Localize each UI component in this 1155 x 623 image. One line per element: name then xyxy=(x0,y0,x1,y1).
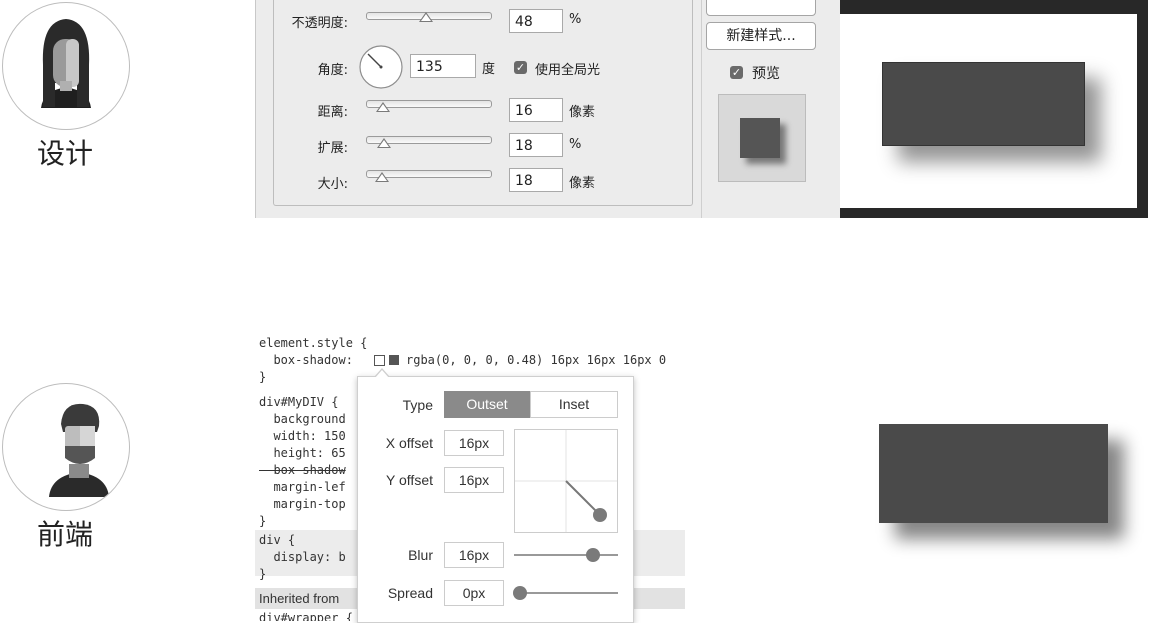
angle-label: 角度: xyxy=(317,63,348,78)
male-developer-icon xyxy=(49,403,109,497)
distance-input[interactable]: 16 xyxy=(509,98,563,122)
inherited-from-label: Inherited from xyxy=(259,591,340,606)
distance-slider-thumb[interactable] xyxy=(376,102,390,112)
offset-vector-pad[interactable] xyxy=(514,429,618,533)
outset-button[interactable]: Outset xyxy=(444,391,530,418)
code-line: } xyxy=(259,514,267,528)
frontend-avatar xyxy=(2,383,130,511)
x-offset-label: X offset xyxy=(385,435,433,451)
type-label: Type xyxy=(402,397,433,413)
preview-thumbnail xyxy=(718,94,806,182)
color-swatch[interactable] xyxy=(389,355,399,365)
size-unit: 像素 xyxy=(569,176,596,191)
frontend-label-text: 前端 xyxy=(36,518,93,551)
code-line: width: 150 xyxy=(259,429,346,443)
angle-unit: 度 xyxy=(482,62,496,77)
size-input[interactable]: 18 xyxy=(509,168,563,192)
code-line: box-shadow: xyxy=(259,353,361,367)
spread-unit: % xyxy=(569,137,582,152)
y-offset-label: Y offset xyxy=(386,472,433,488)
spread-input[interactable]: 0px xyxy=(444,580,504,606)
designer-avatar: 设计 xyxy=(2,2,130,130)
spread-slider[interactable] xyxy=(514,592,618,594)
size-slider-thumb[interactable] xyxy=(375,172,389,182)
code-line: height: 65 xyxy=(259,446,346,460)
spread-label: Spread xyxy=(387,585,433,601)
y-offset-input[interactable]: 16px xyxy=(444,467,504,493)
divider xyxy=(701,0,702,218)
global-light-label: 使用全局光 xyxy=(535,63,601,78)
angle-dial[interactable] xyxy=(358,44,404,90)
box-shadow-value[interactable]: rgba(0, 0, 0, 0.48) 16px 16px 16px 0 xyxy=(406,353,666,367)
preview-label: 预览 xyxy=(752,66,780,82)
opacity-unit: % xyxy=(569,12,582,27)
code-line-struck: box-shadow xyxy=(259,463,346,477)
code-line: div#wrapper { xyxy=(259,611,353,621)
code-line: div { xyxy=(259,533,296,547)
spread-slider-thumb[interactable] xyxy=(513,586,527,600)
angle-input[interactable]: 135 xyxy=(410,54,476,78)
size-label: 大小: xyxy=(317,177,348,192)
designer-label-text: 设计 xyxy=(36,137,93,170)
shadow-editor-popup: Type Outset Inset X offset 16px Y offset… xyxy=(357,376,634,623)
female-designer-icon xyxy=(41,19,91,108)
new-style-button[interactable]: 新建样式... xyxy=(706,22,816,50)
global-light-checkbox[interactable]: ✓ xyxy=(514,61,527,74)
blur-input[interactable]: 16px xyxy=(444,542,504,568)
preview-box xyxy=(740,118,780,158)
distance-unit: 像素 xyxy=(569,105,596,120)
code-line: } xyxy=(259,567,267,581)
popup-pointer-inner xyxy=(375,370,389,378)
blur-label: Blur xyxy=(408,547,433,563)
code-line: element.style { xyxy=(259,336,368,350)
preview-checkbox[interactable]: ✓ xyxy=(730,66,743,79)
code-line: } xyxy=(259,370,267,384)
ps-drop-shadow-panel: 不透明度: 48 % 角度: 135 度 ✓ 使用全局光 距离: 16 像素 扩… xyxy=(255,0,841,218)
code-line: margin-top xyxy=(259,497,346,511)
blur-slider-thumb[interactable] xyxy=(586,548,600,562)
shadow-editor-icon[interactable] xyxy=(374,355,385,366)
blur-slider[interactable] xyxy=(514,554,618,556)
code-line: margin-lef xyxy=(259,480,346,494)
spread-slider-thumb[interactable] xyxy=(377,138,391,148)
code-line: div#MyDIV { xyxy=(259,395,339,409)
opacity-slider-thumb[interactable] xyxy=(419,12,433,22)
code-line: background xyxy=(259,412,346,426)
opacity-input[interactable]: 48 xyxy=(509,9,563,33)
spread-input[interactable]: 18 xyxy=(509,133,563,157)
inset-button[interactable]: Inset xyxy=(530,391,618,418)
top-button[interactable] xyxy=(706,0,816,16)
x-offset-input[interactable]: 16px xyxy=(444,430,504,456)
css-shadow-box xyxy=(879,424,1108,523)
ps-shadow-box xyxy=(882,62,1085,146)
distance-label: 距离: xyxy=(317,105,348,120)
opacity-label: 不透明度: xyxy=(291,16,348,31)
code-line: display: b xyxy=(259,550,346,564)
spread-label: 扩展: xyxy=(317,141,348,156)
ps-canvas xyxy=(840,14,1137,208)
